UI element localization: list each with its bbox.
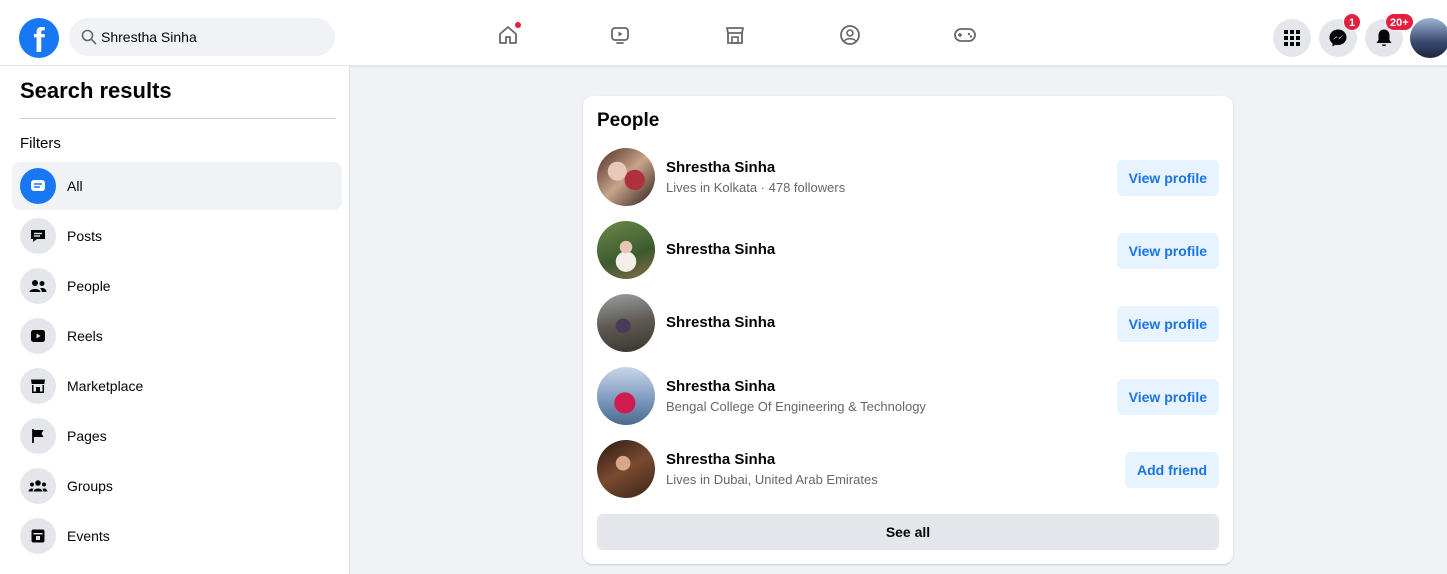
person-avatar[interactable] [597, 440, 655, 498]
marketplace-icon [20, 368, 56, 404]
filter-groups-label: Groups [67, 478, 113, 494]
groups-icon [20, 468, 56, 504]
menu-button[interactable] [1273, 19, 1311, 57]
person-name[interactable]: Shrestha Sinha [666, 314, 775, 331]
person-avatar[interactable] [597, 148, 655, 206]
notifications-badge: 20+ [1385, 13, 1414, 31]
person-avatar[interactable] [597, 294, 655, 352]
filter-people-label: People [67, 278, 111, 294]
see-all-button[interactable]: See all [597, 514, 1219, 550]
view-profile-button[interactable]: View profile [1116, 160, 1219, 196]
person-subtitle: Lives in Kolkata · 478 followers [666, 180, 846, 195]
person-avatar[interactable] [597, 221, 655, 279]
filter-groups[interactable]: Groups [12, 462, 342, 510]
filter-events-label: Events [67, 528, 110, 544]
sidebar-title: Search results [20, 78, 172, 103]
view-profile-button[interactable]: View profile [1116, 306, 1219, 342]
filter-reels-label: Reels [67, 328, 103, 344]
view-profile-button[interactable]: View profile [1116, 379, 1219, 415]
events-icon [20, 518, 56, 554]
people-icon [20, 268, 56, 304]
filter-marketplace[interactable]: Marketplace [12, 362, 342, 410]
notifications-button[interactable]: 20+ [1365, 13, 1414, 57]
people-results-card: People Shrestha Sinha Lives in Kolkata ·… [583, 96, 1233, 564]
bell-icon [1376, 29, 1392, 47]
filter-posts-label: Posts [67, 228, 103, 244]
person-avatar[interactable] [597, 367, 655, 425]
person-subtitle: Bengal College Of Engineering & Technolo… [666, 399, 926, 414]
person-name[interactable]: Shrestha Sinha [666, 378, 775, 395]
add-friend-button[interactable]: Add friend [1125, 452, 1219, 488]
filter-events[interactable]: Events [12, 512, 342, 560]
person-name[interactable]: Shrestha Sinha [666, 241, 775, 258]
groups-icon [840, 25, 860, 45]
filter-people[interactable]: People [12, 262, 342, 310]
filter-all[interactable]: All [12, 162, 342, 210]
nav-home[interactable] [493, 20, 523, 50]
person-result[interactable]: Shrestha Sinha View profile [597, 221, 1219, 281]
filter-pages[interactable]: Pages [12, 412, 342, 460]
filter-marketplace-label: Marketplace [67, 378, 144, 394]
messenger-button[interactable]: 1 [1319, 13, 1361, 57]
sidebar-divider [20, 118, 336, 119]
video-icon [611, 27, 629, 44]
filter-pages-label: Pages [67, 428, 107, 444]
gaming-icon [954, 28, 976, 42]
filter-all-label: All [67, 178, 83, 194]
person-name[interactable]: Shrestha Sinha [666, 159, 775, 176]
search-icon [81, 29, 97, 45]
all-icon [20, 168, 56, 204]
nav-marketplace[interactable] [720, 20, 750, 50]
nav-gaming[interactable] [950, 20, 980, 50]
reels-icon [20, 318, 56, 354]
nav-groups[interactable] [835, 20, 865, 50]
facebook-logo[interactable]: f [19, 18, 59, 58]
account-avatar[interactable] [1410, 18, 1447, 58]
nav-video[interactable] [605, 20, 635, 50]
marketplace-icon [726, 27, 744, 44]
person-result[interactable]: Shrestha Sinha Lives in Dubai, United Ar… [597, 440, 1219, 500]
filter-posts[interactable]: Posts [12, 212, 342, 260]
search-sidebar: Search results Filters All Posts People … [0, 66, 350, 574]
messenger-icon [1329, 29, 1347, 47]
person-name[interactable]: Shrestha Sinha [666, 451, 775, 468]
grid-menu-icon [1284, 30, 1300, 46]
filters-label: Filters [20, 135, 61, 152]
view-profile-button[interactable]: View profile [1116, 233, 1219, 269]
person-result[interactable]: Shrestha Sinha Bengal College Of Enginee… [597, 367, 1219, 427]
top-navigation-bar: f Shrestha Sinha 1 20+ [0, 0, 1447, 66]
person-result[interactable]: Shrestha Sinha Lives in Kolkata · 478 fo… [597, 148, 1219, 208]
filter-reels[interactable]: Reels [12, 312, 342, 360]
people-section-title: People [597, 110, 660, 131]
messenger-badge: 1 [1343, 13, 1361, 31]
posts-icon [20, 218, 56, 254]
person-subtitle: Lives in Dubai, United Arab Emirates [666, 472, 878, 487]
person-result[interactable]: Shrestha Sinha View profile [597, 294, 1219, 354]
home-notification-dot [515, 22, 521, 28]
search-input[interactable] [101, 18, 321, 56]
pages-icon [20, 418, 56, 454]
search-box[interactable] [69, 18, 335, 56]
